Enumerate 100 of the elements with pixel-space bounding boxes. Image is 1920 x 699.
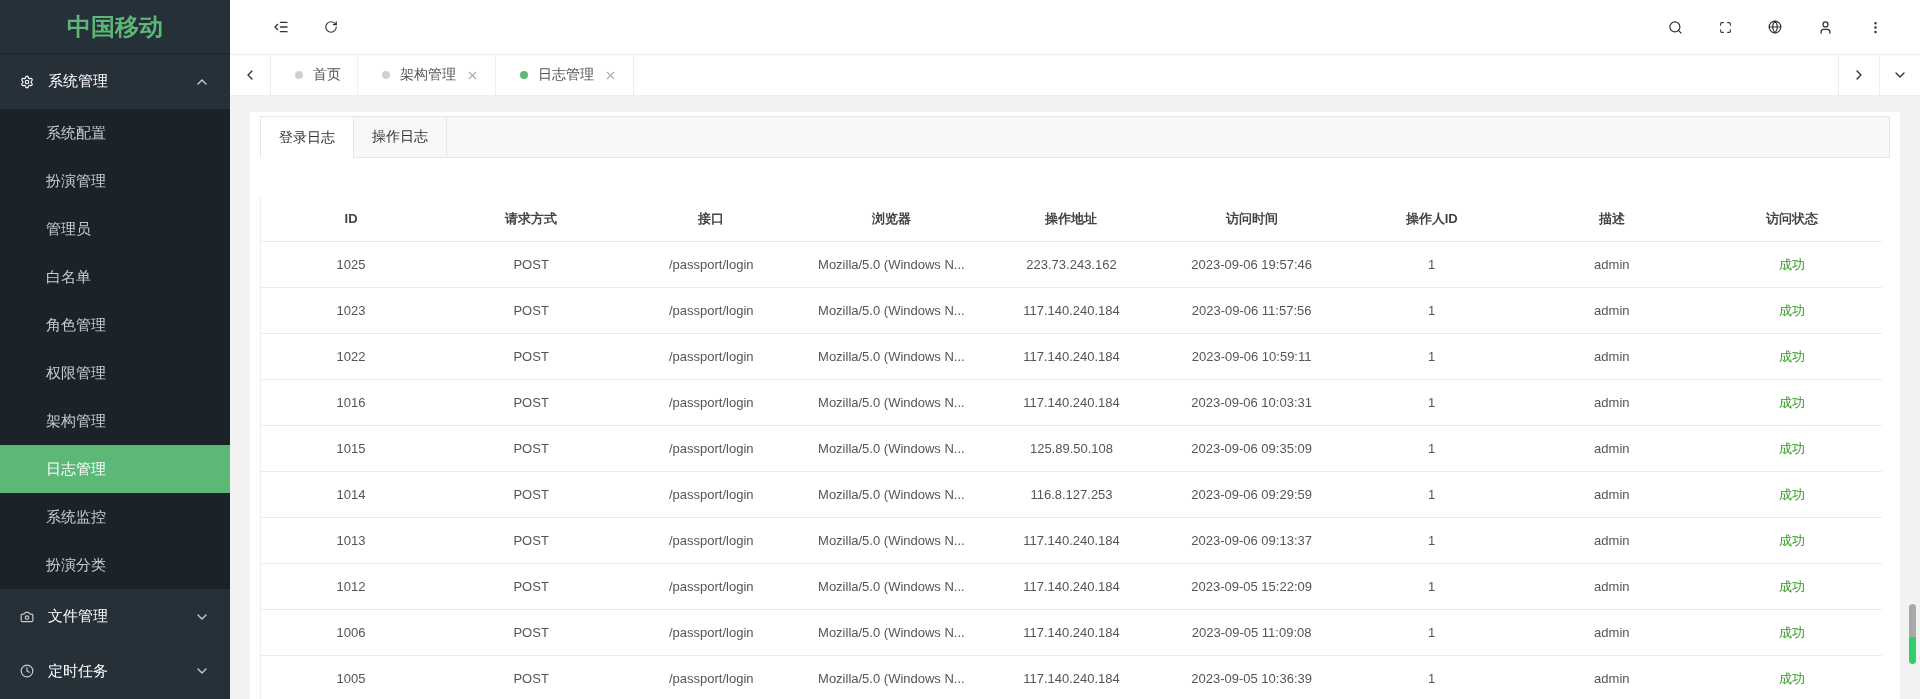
sidebar-group-label: 系统管理 (48, 72, 109, 91)
page-tab[interactable]: 架构管理 (358, 55, 496, 95)
table-cell-text: Mozilla/5.0 (Windows N... (817, 257, 966, 272)
table-cell-text: /passport/login (668, 533, 755, 548)
table-cell-text: POST (512, 533, 550, 548)
page-tab[interactable]: 日志管理 (496, 55, 634, 95)
table-cell-text: POST (512, 441, 550, 456)
table-cell-text: 1006 (335, 625, 367, 640)
table-cell-text: /passport/login (668, 349, 755, 364)
column-header: 描述 (1597, 209, 1626, 228)
content-tab[interactable]: 操作日志 (354, 117, 447, 157)
sidebar-item[interactable]: 系统配置 (0, 109, 230, 157)
table-cell-text: 2023-09-06 10:59:11 (1190, 349, 1313, 364)
table-cell-text: 2023-09-06 09:35:09 (1190, 441, 1313, 456)
column-header: 请求方式 (503, 209, 559, 228)
column-header: ID (343, 211, 359, 226)
table-cell-text: POST (512, 395, 550, 410)
table-cell-text: 2023-09-06 09:29:59 (1190, 487, 1313, 502)
tab-label: 架构管理 (400, 66, 456, 84)
table-cell-text: /passport/login (668, 579, 755, 594)
table-cell-text: 116.8.127.253 (1029, 487, 1114, 502)
table-cell-text: 成功 (1777, 485, 1806, 504)
table-cell-text: POST (512, 349, 550, 364)
sidebar-item[interactable]: 白名单 (0, 253, 230, 301)
sidebar-item[interactable]: 扮演管理 (0, 157, 230, 205)
sidebar-group-label: 定时任务 (48, 662, 109, 681)
table-cell-text: /passport/login (668, 257, 755, 272)
table-cell-text: Mozilla/5.0 (Windows N... (817, 533, 966, 548)
table-cell-text: 成功 (1777, 669, 1806, 688)
sidebar-group[interactable]: 文件管理 (0, 589, 230, 644)
table-cell-text: Mozilla/5.0 (Windows N... (817, 349, 966, 364)
table-cell-text: 成功 (1777, 347, 1806, 366)
table-cell-text: admin (1593, 671, 1631, 686)
sidebar-item[interactable]: 扮演分类 (0, 541, 230, 589)
table-cell-text: 1015 (335, 441, 367, 456)
sidebar-item[interactable]: 角色管理 (0, 301, 230, 349)
table-cell-text: admin (1593, 579, 1631, 594)
table-cell-text: admin (1593, 441, 1631, 456)
table-cell-text: 2023-09-05 15:22:09 (1190, 579, 1313, 594)
sidebar-item[interactable]: 架构管理 (0, 397, 230, 445)
table-cell-text: 成功 (1777, 577, 1806, 596)
table-cell-text: POST (512, 579, 550, 594)
table-cell-text: Mozilla/5.0 (Windows N... (817, 487, 966, 502)
sidebar-group[interactable]: 系统管理 (0, 54, 230, 109)
tab-label: 首页 (313, 66, 341, 84)
table-cell-text: /passport/login (668, 441, 755, 456)
table-cell-text: 117.140.240.184 (1022, 533, 1121, 548)
sidebar-group[interactable]: 定时任务 (0, 644, 230, 699)
table-cell-text: 成功 (1777, 531, 1806, 550)
table-cell-text: /passport/login (668, 487, 755, 502)
table-cell-text: /passport/login (668, 671, 755, 686)
table-cell-text: 1016 (335, 395, 367, 410)
chevron-right-icon[interactable] (1838, 55, 1880, 95)
table-cell-text: 成功 (1777, 439, 1806, 458)
table-cell-text: POST (512, 671, 550, 686)
table-cell-text: /passport/login (668, 625, 755, 640)
table-cell-text: admin (1593, 533, 1631, 548)
sidebar-group-label: 文件管理 (48, 607, 109, 626)
clock-icon (20, 664, 34, 679)
table-cell-text: 1 (1427, 395, 1437, 410)
sidebar-item[interactable]: 系统监控 (0, 493, 230, 541)
column-header: 访问状态 (1764, 209, 1819, 228)
table-cell-text: 1013 (335, 533, 367, 548)
table-cell-text: 1 (1427, 625, 1437, 640)
table-cell-text: 117.140.240.184 (1022, 579, 1121, 594)
column-header: 操作人ID (1404, 209, 1459, 228)
sidebar-item[interactable]: 管理员 (0, 205, 230, 253)
table-cell-text: 2023-09-06 09:13:37 (1190, 533, 1313, 548)
table-cell-text: POST (512, 257, 550, 272)
table-cell-text: 2023-09-05 11:09:08 (1190, 625, 1313, 640)
column-header: 浏览器 (870, 209, 912, 228)
table-cell-text: 成功 (1777, 301, 1806, 320)
table-cell-text: 1 (1427, 303, 1437, 318)
table-cell-text: 成功 (1777, 623, 1806, 642)
table-cell-text: 1 (1427, 349, 1437, 364)
table-cell-text: admin (1593, 395, 1631, 410)
table-cell-text: Mozilla/5.0 (Windows N... (817, 579, 966, 594)
table-cell-text: 2023-09-05 10:36:39 (1190, 671, 1313, 686)
gear-icon (20, 74, 34, 89)
table-cell-text: Mozilla/5.0 (Windows N... (817, 303, 966, 318)
table-cell-text: /passport/login (668, 303, 755, 318)
table-cell-text: /passport/login (668, 395, 755, 410)
table-cell-text: admin (1593, 349, 1631, 364)
scrollbar[interactable] (1909, 604, 1916, 664)
table-cell-text: POST (512, 487, 550, 502)
table-cell-text: admin (1593, 487, 1631, 502)
table-cell-text: 1 (1427, 257, 1437, 272)
table-cell-text: POST (512, 303, 550, 318)
table-cell-text: 117.140.240.184 (1022, 671, 1121, 686)
table-cell-text: 1022 (335, 349, 367, 364)
table-cell-text: 1025 (335, 257, 367, 272)
content-tab[interactable]: 登录日志 (261, 117, 354, 158)
table-cell-text: 2023-09-06 11:57:56 (1190, 303, 1313, 318)
page-tab[interactable]: 首页 (271, 55, 358, 95)
table-cell-text: admin (1593, 257, 1631, 272)
table-cell-text: admin (1593, 303, 1631, 318)
sidebar-item[interactable]: 权限管理 (0, 349, 230, 397)
table-cell-text: 223.73.243.162 (1025, 257, 1118, 272)
column-header: 访问时间 (1224, 209, 1279, 228)
table-cell-text: 1014 (335, 487, 367, 502)
